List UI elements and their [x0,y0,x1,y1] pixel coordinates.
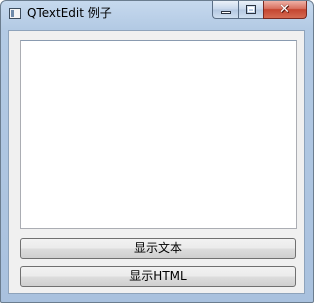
app-window: QTextEdit 例子 ✕ 显示文本 显示HTML [0,0,314,303]
client-area: 显示文本 显示HTML [8,30,305,294]
show-html-button[interactable]: 显示HTML [20,266,296,287]
window-title: QTextEdit 例子 [27,6,112,20]
close-button[interactable]: ✕ [263,1,307,19]
window-icon [9,8,21,19]
title-bar[interactable]: QTextEdit 例子 ✕ [1,1,313,27]
maximize-icon [246,5,256,14]
close-icon: ✕ [279,2,290,17]
text-edit[interactable] [20,40,297,229]
caption-buttons: ✕ [212,1,307,19]
maximize-button[interactable] [238,1,263,19]
show-text-button[interactable]: 显示文本 [20,238,296,259]
minimize-button[interactable] [212,1,238,19]
minimize-icon [221,11,231,14]
